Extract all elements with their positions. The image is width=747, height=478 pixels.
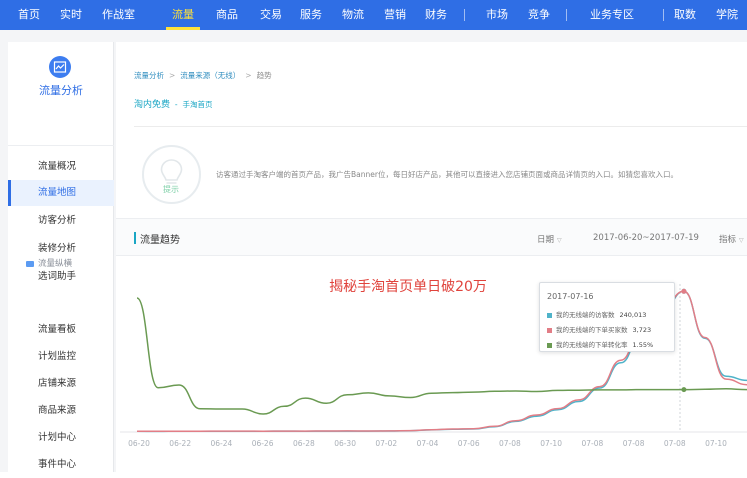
sidebar-item-traffic-overview[interactable]: 流量概况 <box>8 154 114 180</box>
nav-item-product[interactable]: 商品 <box>216 0 238 30</box>
legend-dot-icon <box>547 327 552 333</box>
nav-item-realtime[interactable]: 实时 <box>60 0 82 30</box>
traffic-analysis-icon <box>49 56 71 78</box>
tooltip-series-name: 我的无线端的下单转化率 <box>556 341 628 349</box>
nav-item-business-zone[interactable]: 业务专区 <box>590 0 634 30</box>
breadcrumb-arrow-icon: > <box>169 71 176 80</box>
tooltip-series-value: 3,723 <box>632 326 652 334</box>
breadcrumb: 流量分析 > 流量来源（无线） > 趋势 <box>134 70 272 81</box>
divider <box>134 126 747 127</box>
chevron-down-icon: ▽ <box>557 237 562 244</box>
section-title: 流量趋势 <box>140 235 180 246</box>
tip-lightbulb-icon <box>142 145 201 204</box>
nav-item-finance[interactable]: 财务 <box>425 0 447 30</box>
subtitle-main: 淘内免费 <box>134 100 171 110</box>
nav-item-trade[interactable]: 交易 <box>260 0 282 30</box>
breadcrumb-arrow-icon: > <box>245 71 252 80</box>
granularity-value: 日期 <box>537 235 555 245</box>
tooltip-series-value: 240,013 <box>619 311 647 319</box>
tooltip-row-buyers: 我的无线端的下单买家数 3,723 <box>547 324 651 334</box>
page-subtitle: 淘内免费 - 手淘首页 <box>134 97 212 110</box>
nav-item-service[interactable]: 服务 <box>300 0 322 30</box>
tooltip-row-visitors: 我的无线端的访客数 240,013 <box>547 309 646 319</box>
tooltip-series-name: 我的无线端的下单买家数 <box>556 326 628 334</box>
folder-icon <box>26 260 34 267</box>
nav-separator <box>464 9 465 21</box>
subtitle-separator: - <box>174 100 178 109</box>
chart-tooltip: 2017-07-16 我的无线端的访客数 240,013 我的无线端的下单买家数 3… <box>539 282 675 352</box>
sidebar-item-traffic-board[interactable]: 流量看板 <box>8 317 114 343</box>
sidebar: 流量分析 流量概况 流量地图 访客分析 装修分析 选词助手 流量纵横 流量看板 … <box>8 42 114 472</box>
sidebar-item-plan-monitor[interactable]: 计划监控 <box>8 344 114 370</box>
breadcrumb-link-traffic-analysis[interactable]: 流量分析 <box>134 71 164 80</box>
tip-text: 访客通过手淘客户端的首页产品，我广告Banner位，每日好店产品，其他可以直接进… <box>216 170 678 179</box>
main-panel: 流量分析 > 流量来源（无线） > 趋势 淘内免费 - 手淘首页 提示 访客通过手淘客户… <box>116 42 747 472</box>
sidebar-divider <box>8 145 114 146</box>
sidebar-group-header: 流量纵横 <box>26 257 72 269</box>
tooltip-series-name: 我的无线端的访客数 <box>556 311 615 319</box>
nav-item-competition[interactable]: 竞争 <box>528 0 550 30</box>
metric-value: 指标 <box>719 235 737 245</box>
trend-section-header: 流量趋势 日期 ▽ 2017-06-20~2017-07-19 指标 ▽ <box>116 218 747 256</box>
subtitle-sub: 手淘首页 <box>182 100 213 109</box>
metric-select[interactable]: 指标 ▽ <box>719 233 744 245</box>
legend-dot-icon <box>547 312 552 318</box>
nav-item-war-room[interactable]: 作战室 <box>102 0 135 30</box>
sidebar-title: 流量分析 <box>39 84 83 97</box>
sidebar-item-product-source[interactable]: 商品来源 <box>8 398 114 424</box>
nav-item-academy[interactable]: 学院 <box>716 0 738 30</box>
sidebar-item-plan-center[interactable]: 计划中心 <box>8 425 114 451</box>
nav-item-traffic[interactable]: 流量 <box>172 0 194 30</box>
top-nav: 首页 实时 作战室 流量 商品 交易 服务 物流 营销 财务 市场 竞争 业务专… <box>0 0 747 30</box>
section-accent-bar <box>134 232 136 244</box>
breadcrumb-link-traffic-source[interactable]: 流量来源（无线） <box>180 71 240 80</box>
nav-item-logistics[interactable]: 物流 <box>342 0 364 30</box>
tooltip-row-conversion: 我的无线端的下单转化率 1.55% <box>547 339 653 349</box>
breadcrumb-current: 趋势 <box>256 71 272 80</box>
sidebar-item-visitor-analysis[interactable]: 访客分析 <box>8 208 114 234</box>
sidebar-item-shop-source[interactable]: 店铺来源 <box>8 371 114 397</box>
chevron-down-icon: ▽ <box>739 237 744 244</box>
legend-dot-icon <box>547 342 552 348</box>
nav-item-market[interactable]: 市场 <box>486 0 508 30</box>
nav-item-home[interactable]: 首页 <box>18 0 40 30</box>
granularity-select[interactable]: 日期 ▽ <box>537 233 562 245</box>
tooltip-series-value: 1.55% <box>632 341 654 349</box>
tip-label: 提示 <box>163 185 179 194</box>
sidebar-item-traffic-map[interactable]: 流量地图 <box>8 180 114 206</box>
nav-item-marketing[interactable]: 营销 <box>384 0 406 30</box>
nav-item-data-fetch[interactable]: 取数 <box>674 0 696 30</box>
nav-separator <box>663 9 664 21</box>
sidebar-group-title: 流量纵横 <box>38 259 73 269</box>
nav-separator <box>566 9 567 21</box>
date-range-picker[interactable]: 2017-06-20~2017-07-19 <box>593 233 699 243</box>
sidebar-item-event-center[interactable]: 事件中心 <box>8 452 114 478</box>
tooltip-date: 2017-07-16 <box>547 292 594 301</box>
